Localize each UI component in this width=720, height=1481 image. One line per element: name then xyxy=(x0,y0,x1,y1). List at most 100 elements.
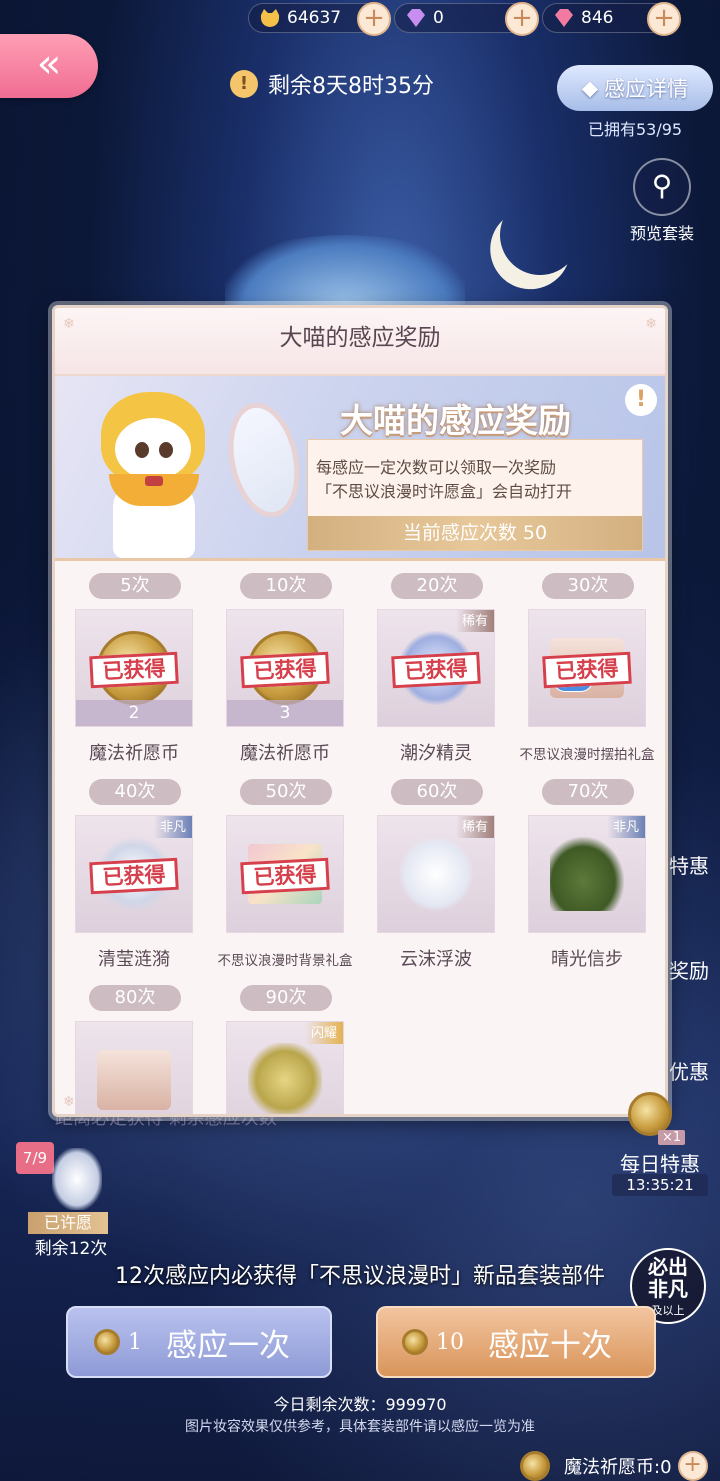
reward-name: 清莹涟漪 xyxy=(98,949,170,970)
wish-progress-badge: 7/9 xyxy=(16,1142,54,1174)
purple-diamond-value: 0 xyxy=(433,8,444,28)
add-wish-coin-button[interactable]: + xyxy=(677,1450,708,1481)
obtained-stamp: 已获得 xyxy=(240,652,330,689)
reward-name: 潮汐精灵 xyxy=(400,743,472,764)
reward-name: 魔法祈愿币 xyxy=(89,743,179,764)
reward-threshold: 50次 xyxy=(240,779,332,805)
disclaimer-text: 图片妆容效果仅供参考，具体套装部件请以感应一览为准 xyxy=(185,1419,535,1435)
owned-count: 已拥有53/95 xyxy=(588,120,683,139)
purple-diamond-counter: 0 + xyxy=(394,2,539,36)
wished-label: 已许愿 xyxy=(28,1212,108,1234)
reward-frame: 2 已获得 xyxy=(75,609,193,727)
reward-threshold: 70次 xyxy=(542,779,634,805)
reward-threshold: 90次 xyxy=(240,985,332,1011)
description-line-1: 每感应一定次数可以领取一次奖励 xyxy=(316,458,557,477)
pull-ten-button[interactable]: 10 感应十次 xyxy=(376,1306,656,1378)
reward-item[interactable]: 5次 2 已获得 魔法祈愿币 xyxy=(75,573,193,764)
wish-coin-icon xyxy=(402,1329,428,1355)
pull-ten-label: 感应十次 xyxy=(488,1327,612,1364)
description-line-2: 「不思议浪漫时许愿盒」会自动打开 xyxy=(316,482,573,501)
reward-frame: 稀有 xyxy=(377,815,495,933)
socks-item-icon xyxy=(399,837,473,911)
reward-name: 魔法祈愿币 xyxy=(240,743,330,764)
wish-coin-bar: 魔法祈愿币:0 + xyxy=(520,1450,720,1481)
reward-item[interactable]: 30次 部件 已获得 不思议浪漫时摆拍礼盒 xyxy=(520,573,655,763)
reward-item[interactable]: 70次 非凡 晴光信步 xyxy=(528,779,646,970)
reward-name: 不思议浪漫时摆拍礼盒 xyxy=(519,747,655,763)
reward-frame: 3 已获得 xyxy=(226,609,344,727)
timer-text: 剩余8天8时35分 xyxy=(268,74,434,99)
rarity-tag: 稀有 xyxy=(455,610,494,632)
obtained-stamp: 已获得 xyxy=(542,652,632,689)
pull-ten-cost: 10 xyxy=(436,1329,464,1355)
wish-progress[interactable]: 7/9 已许愿 剩余12次 xyxy=(16,1140,116,1259)
rarity-tag: 非凡 xyxy=(606,816,645,838)
reward-name: 云沫浮波 xyxy=(400,949,472,970)
wish-coin-balance: 魔法祈愿币:0 xyxy=(564,1456,672,1478)
rarity-tag: 闪耀 xyxy=(304,1022,343,1044)
reward-frame: 非凡 xyxy=(528,815,646,933)
pink-diamond-counter: 846 + xyxy=(542,2,681,36)
daily-deal-countdown: 13:35:21 xyxy=(612,1174,708,1196)
back-button[interactable]: « xyxy=(0,34,98,98)
add-pink-diamond-button[interactable]: + xyxy=(647,2,681,36)
reward-quantity: 3 xyxy=(227,700,343,726)
snowflake-icon: ❄ xyxy=(63,1094,75,1110)
wish-remaining: 剩余12次 xyxy=(34,1239,108,1259)
current-count: 当前感应次数 50 xyxy=(308,516,642,550)
mirror-illustration xyxy=(218,396,310,524)
seal-line-2: 非凡 xyxy=(648,1277,688,1301)
pink-diamond-icon xyxy=(555,9,573,27)
moon-decoration xyxy=(489,184,592,287)
obtained-stamp: 已获得 xyxy=(391,652,481,689)
reward-threshold: 5次 xyxy=(89,573,181,599)
reward-item[interactable]: 10次 3 已获得 魔法祈愿币 xyxy=(226,573,344,764)
cat-coin-counter: 64637 + xyxy=(248,2,391,36)
obtained-stamp: 已获得 xyxy=(240,858,330,895)
reward-threshold: 30次 xyxy=(542,573,634,599)
reward-modal: ❄ ❄ 大喵的感应奖励 大喵的感应奖励 ! 每感应一定次数可以领取一次奖励 「不… xyxy=(52,305,668,1117)
reward-frame: 部件 已获得 xyxy=(528,609,646,727)
detail-button[interactable]: ◆ 感应详情 xyxy=(557,65,713,111)
reward-threshold: 20次 xyxy=(391,573,483,599)
detail-button-label: 感应详情 xyxy=(604,77,689,101)
reward-frame xyxy=(75,1021,193,1114)
event-timer: ! 剩余8天8时35分 xyxy=(230,66,434,102)
daily-deal-label: 每日特惠 xyxy=(620,1152,700,1176)
reward-name: 不思议浪漫时背景礼盒 xyxy=(217,953,353,969)
rarity-tag: 非凡 xyxy=(153,816,192,838)
exclamation-icon: ! xyxy=(230,70,258,98)
daily-deal-button[interactable]: ×1 每日特惠 13:35:21 xyxy=(604,1090,716,1198)
preview-outfit-button[interactable]: ⚲ 预览套装 xyxy=(627,158,697,244)
reward-threshold: 10次 xyxy=(240,573,332,599)
help-icon[interactable]: ! xyxy=(625,384,657,416)
pink-diamond-value: 846 xyxy=(581,8,614,28)
daily-deal-quantity: ×1 xyxy=(658,1130,686,1145)
reward-item[interactable]: 90次 闪耀 xyxy=(226,985,344,1114)
banner-title: 大喵的感应奖励 xyxy=(340,401,571,440)
purple-diamond-icon xyxy=(407,9,425,27)
dress-item-icon xyxy=(248,1043,322,1114)
add-cat-coin-button[interactable]: + xyxy=(357,2,391,36)
cat-coin-icon xyxy=(260,9,280,27)
reward-threshold: 60次 xyxy=(391,779,483,805)
cat-mascot-illustration xyxy=(93,382,211,558)
wish-coin-icon xyxy=(520,1450,550,1481)
reward-item[interactable]: 60次 稀有 云沫浮波 xyxy=(377,779,495,970)
wish-coin-icon xyxy=(94,1329,120,1355)
pull-once-button[interactable]: 1 感应一次 xyxy=(66,1306,332,1378)
add-purple-diamond-button[interactable]: + xyxy=(505,2,539,36)
currency-bar: 64637 + 0 + 846 + xyxy=(248,2,681,36)
seal-line-1: 必出 xyxy=(648,1255,688,1279)
reward-item[interactable]: 80次 xyxy=(75,985,193,1114)
modal-title: 大喵的感应奖励 xyxy=(55,308,665,376)
today-remaining: 今日剩余次数：999970 xyxy=(273,1395,447,1414)
reward-frame: 已获得 xyxy=(226,815,344,933)
reward-item[interactable]: 40次 非凡 已获得 清莹涟漪 xyxy=(75,779,193,970)
reward-item[interactable]: 50次 已获得 不思议浪漫时背景礼盒 xyxy=(218,779,353,969)
obtained-stamp: 已获得 xyxy=(89,652,179,689)
banner-description: 每感应一定次数可以领取一次奖励 「不思议浪漫时许愿盒」会自动打开 当前感应次数 … xyxy=(307,439,643,551)
snowflake-icon: ❄ xyxy=(63,316,75,332)
reward-item[interactable]: 20次 稀有 已获得 潮汐精灵 xyxy=(377,573,495,764)
reward-quantity: 2 xyxy=(76,700,192,726)
